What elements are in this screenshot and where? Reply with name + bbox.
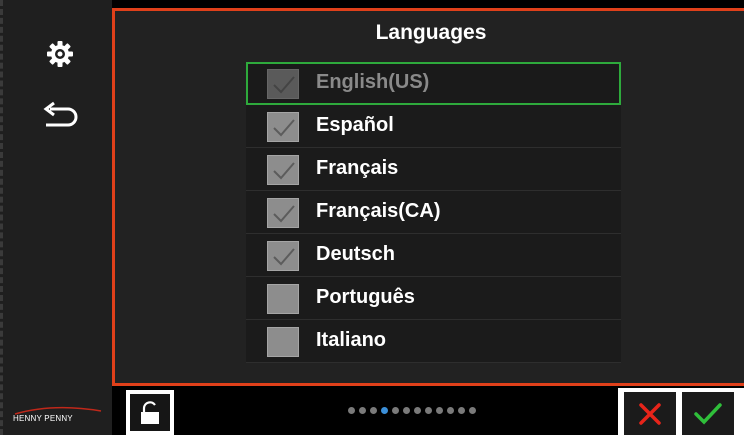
language-row[interactable]: Français	[246, 148, 621, 191]
language-row[interactable]: English(US)	[246, 62, 621, 105]
page-dot	[447, 407, 454, 414]
action-buttons	[618, 388, 744, 435]
language-checkbox[interactable]	[267, 241, 299, 271]
language-checkbox[interactable]	[267, 112, 299, 142]
page-dot	[414, 407, 421, 414]
language-label: English(US)	[316, 71, 430, 93]
cancel-button[interactable]	[624, 392, 676, 435]
checkmark-icon	[273, 119, 295, 137]
language-label: Español	[316, 114, 394, 136]
close-icon	[639, 402, 661, 425]
back-arrow-icon	[43, 101, 78, 127]
checkmark-icon	[694, 402, 722, 425]
checkmark-icon	[273, 248, 295, 266]
language-list: English(US) Español Français Français(CA) De…	[246, 62, 621, 363]
language-checkbox[interactable]	[267, 69, 299, 99]
language-checkbox[interactable]	[267, 327, 299, 357]
page-dot	[425, 407, 432, 414]
henny-penny-logo: HENNY PENNY	[13, 414, 73, 423]
language-checkbox[interactable]	[267, 155, 299, 185]
page-dot	[348, 407, 355, 414]
language-label: Italiano	[316, 329, 387, 351]
footer-bar	[112, 386, 744, 435]
page-dot	[392, 407, 399, 414]
language-label: Português	[316, 286, 415, 308]
language-row[interactable]: Italiano	[246, 320, 621, 363]
back-button[interactable]	[33, 96, 87, 140]
language-row[interactable]: Español	[246, 105, 621, 148]
language-checkbox[interactable]	[267, 284, 299, 314]
checkmark-icon	[273, 205, 295, 223]
language-row[interactable]: Deutsch	[246, 234, 621, 277]
page-dot	[469, 407, 476, 414]
settings-button[interactable]	[33, 32, 87, 76]
lock-button[interactable]	[126, 390, 174, 435]
language-checkbox[interactable]	[267, 198, 299, 228]
page-dot	[458, 407, 465, 414]
languages-panel: Languages English(US) Español Français Fran…	[112, 8, 744, 386]
page-title: Languages	[375, 21, 487, 44]
language-row[interactable]: Français(CA)	[246, 191, 621, 234]
page-dot	[436, 407, 443, 414]
sidebar: HENNY PENNY	[0, 0, 112, 435]
confirm-button[interactable]	[682, 392, 734, 435]
gear-icon	[47, 41, 73, 67]
unlock-icon	[141, 400, 159, 424]
language-label: Deutsch	[316, 243, 395, 265]
page-dot	[381, 407, 388, 414]
checkmark-icon	[273, 76, 295, 94]
page-dot	[359, 407, 366, 414]
checkmark-icon	[273, 162, 295, 180]
language-row[interactable]: Português	[246, 277, 621, 320]
page-dot	[403, 407, 410, 414]
language-label: Français	[316, 157, 399, 179]
language-label: Français(CA)	[316, 200, 441, 222]
page-indicator	[348, 407, 476, 414]
page-dot	[370, 407, 377, 414]
